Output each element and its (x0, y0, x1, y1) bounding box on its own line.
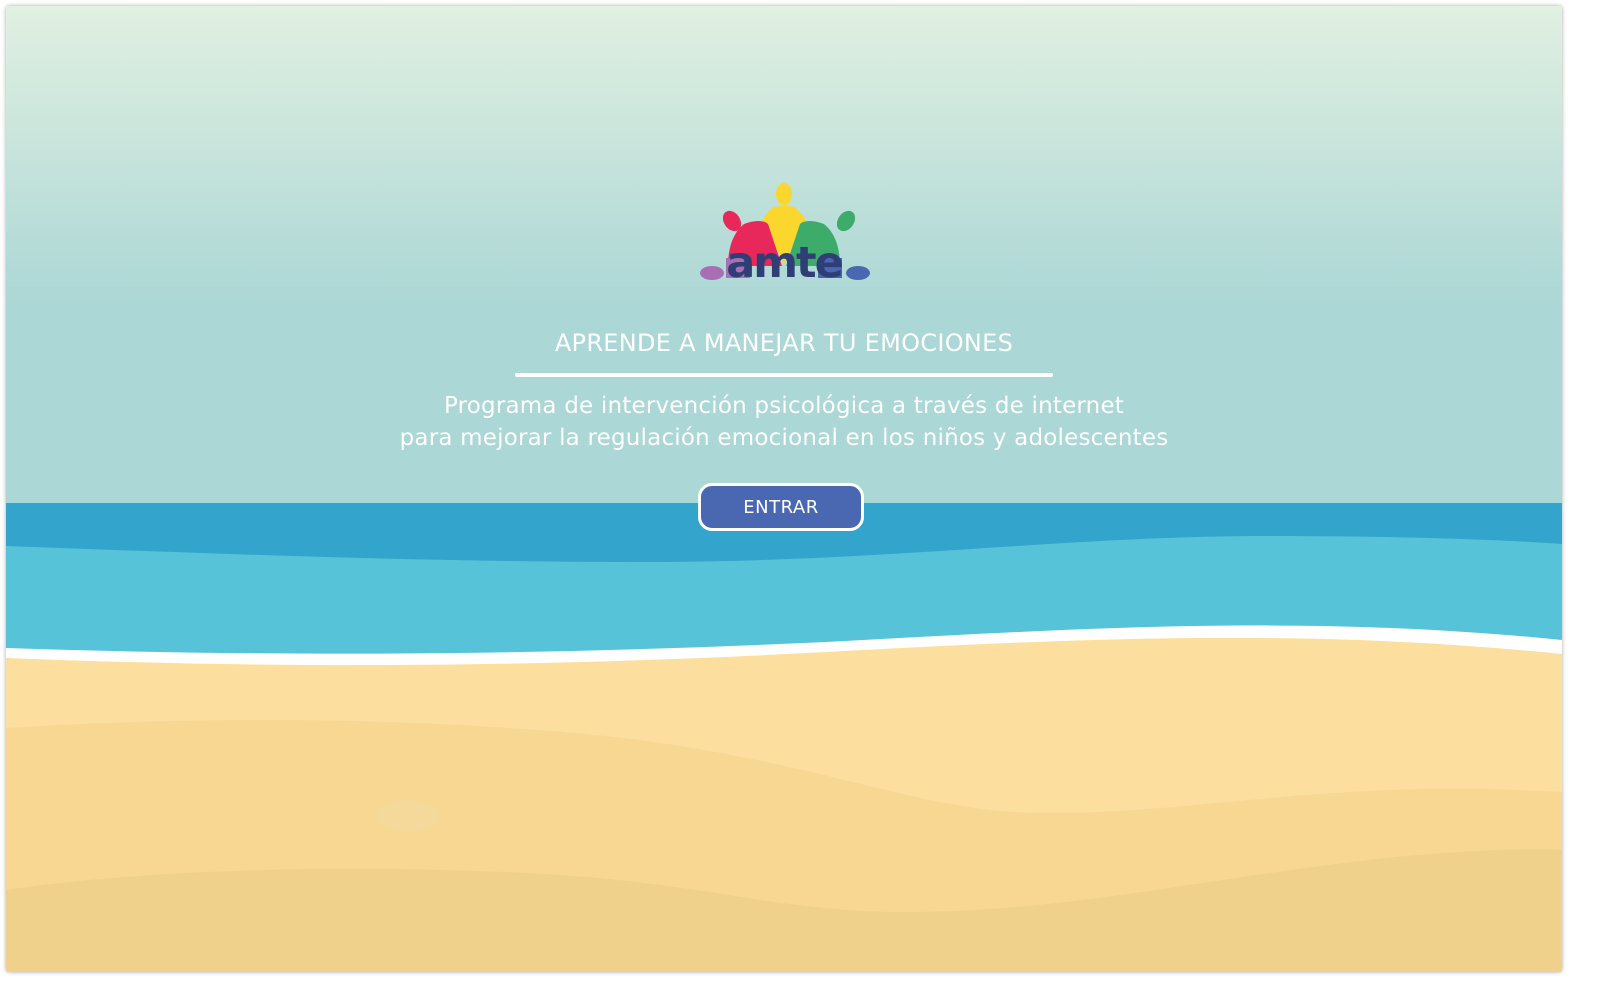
page-frame: amte APRENDE A MANEJAR TU EMOCIONES Prog… (6, 6, 1562, 972)
headline-underline (515, 373, 1053, 377)
amte-logo: amte (692, 180, 876, 302)
subtitle: Programa de intervención psicológica a t… (6, 390, 1562, 454)
subtitle-line-2: para mejorar la regulación emocional en … (399, 425, 1169, 451)
subtitle-line-1: Programa de intervención psicológica a t… (443, 393, 1125, 419)
sand-spot (376, 800, 440, 832)
logo-wordmark: amte (726, 238, 844, 288)
headline: APRENDE A MANEJAR TU EMOCIONES (554, 329, 1014, 357)
enter-button[interactable]: ENTRAR (698, 483, 864, 531)
